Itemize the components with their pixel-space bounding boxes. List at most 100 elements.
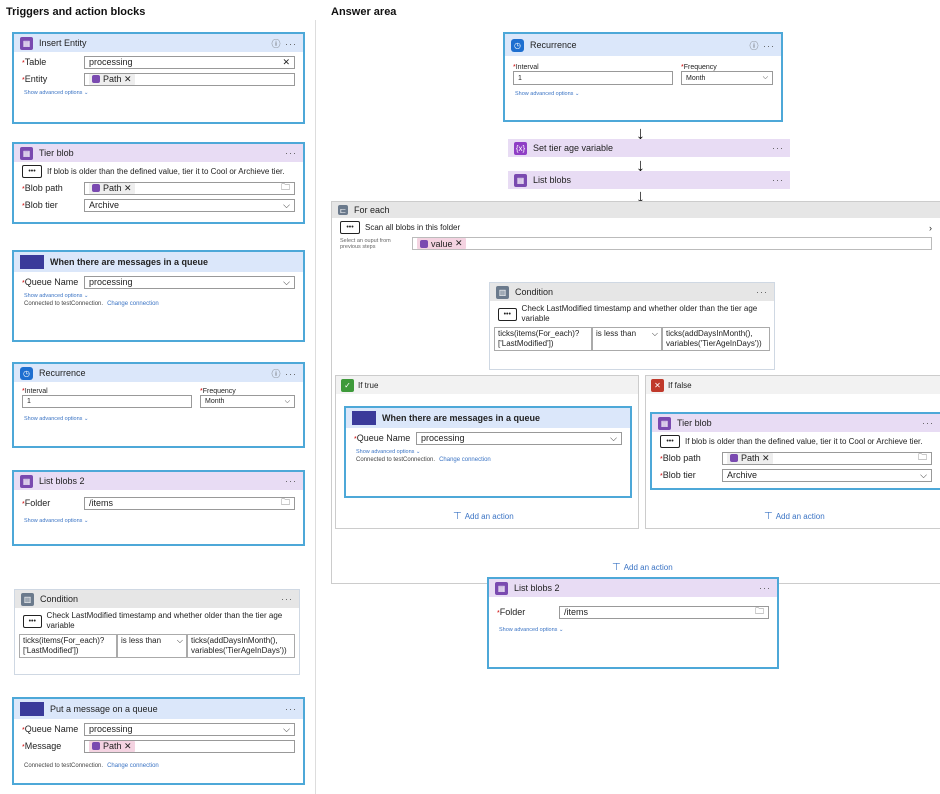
block-title: List blobs 2 (39, 476, 85, 486)
select-output-field[interactable]: value ✕ (412, 237, 932, 250)
condition-left-operand[interactable]: ticks(items(For_each)?['LastModified']) (19, 634, 117, 658)
chevron-down-icon: ⌵ (920, 469, 927, 480)
answer-tier-blob-block[interactable]: ▦ Tier blob ··· ••• If blob is older than t… (650, 412, 940, 490)
storage-icon: ▦ (514, 173, 527, 187)
set-variable-block[interactable]: {x} Set tier age variable ··· (508, 139, 790, 157)
advanced-options-link[interactable]: Show advanced options ⌄ (14, 86, 303, 96)
more-icon[interactable]: ··· (772, 175, 784, 185)
clear-icon[interactable]: ✕ (282, 57, 290, 68)
info-icon[interactable]: ⓘ ··· (272, 367, 298, 380)
loop-icon: ⊏ (338, 205, 348, 215)
interval-field[interactable]: 1 (513, 71, 673, 85)
entity-field[interactable]: Path ✕ (84, 72, 295, 86)
folder-icon[interactable]: 🗀 (918, 450, 927, 466)
for-each-container[interactable]: ⊏ For each ••• Scan all blobs in this fold… (331, 201, 940, 584)
queue-name-label: Queue Name (356, 433, 411, 443)
folder-label: Folder (24, 498, 51, 508)
chevron-down-icon: ⌵ (176, 636, 183, 645)
comment-icon: ••• (498, 307, 517, 321)
storage-icon: ▦ (20, 474, 33, 488)
advanced-options-link[interactable]: Show advanced options ⌄ (505, 85, 781, 97)
frequency-select[interactable]: Month ⌵ (200, 395, 295, 408)
chevron-right-icon[interactable]: › (929, 223, 932, 233)
change-connection-link[interactable]: Change connection (107, 301, 159, 307)
connection-info: Connected to testConnection. Change conne… (24, 301, 159, 307)
more-icon[interactable]: ··· (281, 594, 293, 604)
queue-trigger-block[interactable]: When there are messages in a queue *Queu… (12, 250, 305, 342)
frequency-select[interactable]: Month ⌵ (681, 71, 773, 85)
blob-path-field[interactable]: Path ✕ 🗀 (84, 180, 295, 196)
more-icon[interactable]: ··· (756, 287, 768, 297)
queue-name-select[interactable]: processing ⌵ (416, 431, 622, 445)
add-action-button[interactable]: ⊤ Add an action (764, 511, 825, 522)
condition-block[interactable]: ▥ Condition ··· ••• Check LastModified time… (14, 589, 300, 675)
blob-path-field[interactable]: Path ✕ 🗀 (722, 450, 932, 466)
path-token[interactable]: Path ✕ (89, 182, 135, 194)
folder-icon[interactable]: 🗀 (755, 604, 764, 620)
chevron-down-icon: ⌵ (610, 432, 617, 443)
table-field[interactable]: processing ✕ (84, 55, 295, 69)
list-blobs-block[interactable]: ▦ List blobs ··· (508, 171, 790, 189)
add-action-button[interactable]: ⊤ Add an action (612, 562, 673, 573)
blob-tier-label: Blob tier (662, 470, 696, 480)
path-token[interactable]: Path ✕ (727, 452, 773, 464)
recurrence-block[interactable]: ◷ Recurrence ⓘ ··· *Interval 1 *Frequency Mo… (12, 362, 305, 448)
list-blobs-2-block[interactable]: ▦ List blobs 2 ··· *Folder/items 🗀 Show adv… (12, 470, 305, 546)
answer-list-blobs-2-block[interactable]: ▦ List blobs 2 ··· *Folder/items 🗀 Show adv… (487, 577, 779, 669)
block-title: When there are messages in a queue (50, 257, 209, 267)
answer-condition-block[interactable]: ▥ Condition ··· ••• Check LastModified time… (489, 282, 775, 370)
message-field[interactable]: Path ✕ (84, 739, 295, 753)
path-token[interactable]: Path ✕ (89, 740, 135, 752)
advanced-options-link[interactable]: Show advanced options ⌄ (489, 619, 777, 633)
advanced-options-link[interactable]: Show advanced options ⌄ (14, 289, 303, 299)
more-icon[interactable]: ··· (285, 704, 297, 714)
folder-field[interactable]: /items 🗀 (559, 604, 769, 620)
info-icon[interactable]: ⓘ ··· (272, 37, 298, 50)
condition-right-operand[interactable]: ticks(addDaysInMonth(), variables('TierA… (662, 327, 770, 351)
value-token[interactable]: value ✕ (417, 238, 466, 249)
more-icon[interactable]: ··· (285, 476, 297, 486)
operator-select[interactable]: is less than ⌵ (117, 634, 187, 658)
queue-name-select[interactable]: processing ⌵ (84, 275, 295, 289)
queue-name-select[interactable]: processing ⌵ (84, 722, 295, 736)
if-true-branch[interactable]: ✓ If true When there are messages in a qu… (335, 375, 639, 529)
chevron-down-icon: ⌵ (651, 329, 658, 338)
block-title: Tier blob (677, 418, 712, 428)
blob-tier-select[interactable]: Archive ⌵ (84, 198, 295, 212)
put-message-block[interactable]: Put a message on a queue ··· *Queue Name p… (12, 697, 305, 785)
interval-field[interactable]: 1 (22, 395, 192, 408)
answer-recurrence-block[interactable]: ◷ Recurrence ⓘ ··· *Interval 1 *Frequency Mo… (503, 32, 783, 122)
insert-entity-block[interactable]: ▦ Insert Entity ⓘ ··· *Table processing ✕ *E… (12, 32, 305, 124)
advanced-options-link[interactable]: Show advanced options ⌄ (14, 510, 303, 524)
change-connection-link[interactable]: Change connection (107, 763, 159, 769)
condition-left-operand[interactable]: ticks(items(For_each)?['LastModified']) (494, 327, 592, 351)
folder-field[interactable]: /items 🗀 (84, 495, 295, 511)
info-icon[interactable]: ⓘ ··· (750, 39, 776, 52)
change-connection-link[interactable]: Change connection (439, 457, 491, 463)
more-icon[interactable]: ··· (922, 418, 934, 428)
chevron-down-icon: ⌵ (762, 74, 768, 81)
if-true-label: If true (358, 380, 379, 390)
storage-icon: ▦ (20, 36, 33, 50)
tier-blob-block[interactable]: ▦ Tier blob ··· ••• If blob is older than t… (12, 142, 305, 224)
close-icon: ✕ (651, 378, 664, 392)
folder-icon[interactable]: 🗀 (281, 180, 290, 196)
comment-icon: ••• (340, 221, 360, 234)
advanced-options-link[interactable]: Show advanced options ⌄ (346, 445, 630, 455)
condition-right-operand[interactable]: ticks(addDaysInMonth(), variables('TierA… (187, 634, 295, 658)
variable-icon: {x} (514, 141, 527, 155)
more-icon[interactable]: ··· (759, 583, 771, 593)
advanced-options-link[interactable]: Show advanced options ⌄ (14, 408, 303, 422)
folder-icon[interactable]: 🗀 (281, 495, 290, 511)
add-action-button[interactable]: ⊤ Add an action (453, 511, 514, 522)
more-icon[interactable]: ··· (772, 143, 784, 153)
if-false-branch[interactable]: ✕ If false ▦ Tier blob ··· ••• If blob is ol… (645, 375, 940, 529)
answer-queue-trigger-block[interactable]: When there are messages in a queue *Queu… (344, 406, 632, 498)
operator-select[interactable]: is less than ⌵ (592, 327, 662, 351)
blob-path-label: Blob path (662, 453, 701, 463)
folder-label: Folder (499, 607, 526, 617)
path-token[interactable]: Path ✕ (89, 73, 135, 85)
more-icon[interactable]: ··· (285, 148, 297, 158)
block-title: Recurrence (530, 40, 577, 50)
blob-tier-select[interactable]: Archive ⌵ (722, 468, 932, 482)
